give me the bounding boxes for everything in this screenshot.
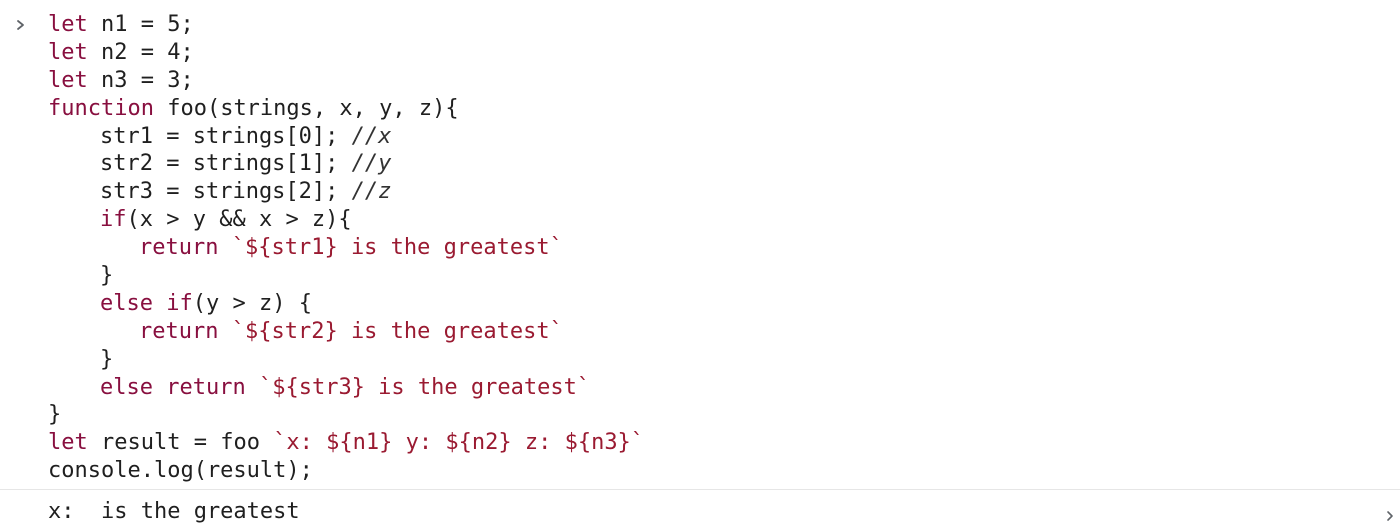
code-text: foo(strings, x, y, z){ bbox=[153, 95, 459, 121]
code-comment: //y bbox=[351, 151, 392, 177]
code-line: str2 = strings[1]; //y bbox=[48, 150, 644, 178]
keyword: if bbox=[100, 207, 127, 233]
chevron-right-icon bbox=[14, 13, 28, 30]
keyword: let bbox=[48, 12, 88, 37]
template-string: `${str1} is the greatest` bbox=[231, 235, 563, 261]
code-line: else return `${str3} is the greatest` bbox=[48, 374, 644, 402]
keyword: let bbox=[48, 39, 88, 65]
code-line: let n1 = 5; bbox=[48, 11, 644, 39]
keyword: return bbox=[139, 235, 219, 261]
code-line: let n2 = 4; bbox=[48, 39, 644, 67]
console-output-entry: x: is the greatest bbox=[0, 490, 1400, 530]
code-line: return `${str1} is the greatest` bbox=[48, 234, 644, 262]
code-line: } bbox=[48, 401, 644, 429]
code-line: function foo(strings, x, y, z){ bbox=[48, 95, 644, 123]
code-block: let n1 = 5; let n2 = 4; let n3 = 3; func… bbox=[48, 11, 644, 485]
keyword: else bbox=[100, 290, 153, 316]
code-text: } bbox=[48, 402, 62, 428]
code-text: n2 = 4; bbox=[87, 39, 194, 65]
keyword: return bbox=[166, 374, 246, 400]
template-string: `${str3} is the greatest` bbox=[258, 374, 591, 400]
code-text: } bbox=[100, 346, 114, 372]
code-line: } bbox=[48, 262, 644, 290]
keyword: let bbox=[48, 67, 88, 93]
code-line: str3 = strings[2]; //z bbox=[48, 178, 644, 206]
console-output-text: x: is the greatest bbox=[48, 499, 300, 524]
keyword: let bbox=[48, 430, 88, 456]
keyword: function bbox=[48, 95, 154, 121]
devtools-console: let n1 = 5; let n2 = 4; let n3 = 3; func… bbox=[0, 0, 1400, 530]
code-text: str2 = strings[1]; bbox=[100, 151, 352, 177]
code-line: console.log(result); bbox=[48, 457, 644, 485]
code-text: str3 = strings[2]; bbox=[100, 179, 352, 205]
code-text: console.log(result); bbox=[48, 458, 313, 484]
code-comment: //z bbox=[351, 179, 392, 205]
code-line: let n3 = 3; bbox=[48, 67, 644, 95]
code-line: } bbox=[48, 346, 644, 374]
keyword: return bbox=[139, 318, 219, 344]
code-line: if(x > y && x > z){ bbox=[48, 206, 644, 234]
console-input-entry[interactable]: let n1 = 5; let n2 = 4; let n3 = 3; func… bbox=[0, 0, 1400, 490]
keyword: if bbox=[166, 290, 193, 316]
keyword: else bbox=[100, 374, 153, 400]
code-text: str1 = strings[0]; bbox=[100, 123, 352, 149]
chevron-right-icon[interactable] bbox=[1386, 504, 1394, 521]
code-text: (x > y && x > z){ bbox=[126, 207, 352, 233]
code-text: n1 = 5; bbox=[87, 12, 194, 37]
code-line: let result = foo `x: ${n1} y: ${n2} z: $… bbox=[48, 429, 644, 457]
code-comment: //x bbox=[351, 123, 392, 149]
code-text: n3 = 3; bbox=[87, 67, 194, 93]
template-string: `${str2} is the greatest` bbox=[231, 318, 563, 344]
code-line: else if(y > z) { bbox=[48, 290, 644, 318]
code-line: str1 = strings[0]; //x bbox=[48, 123, 644, 151]
code-text: result = foo bbox=[87, 430, 274, 456]
template-string: `x: ${n1} y: ${n2} z: ${n3}` bbox=[273, 430, 645, 456]
code-text: } bbox=[100, 263, 114, 289]
code-line: return `${str2} is the greatest` bbox=[48, 318, 644, 346]
code-text: (y > z) { bbox=[192, 290, 312, 316]
